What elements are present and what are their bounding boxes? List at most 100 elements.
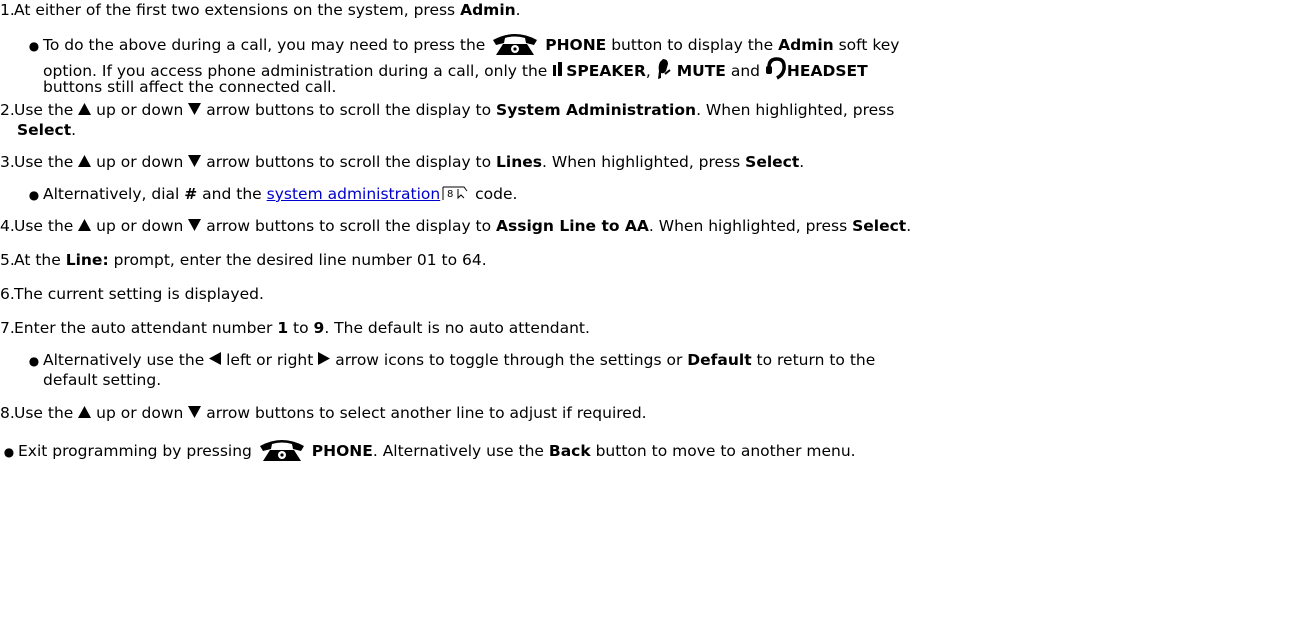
- note-text: and: [725, 62, 765, 80]
- step-text: At the: [14, 251, 66, 269]
- note-text: Exit programming by pressing: [18, 442, 257, 460]
- note-text: and the: [197, 185, 267, 203]
- step-text: arrow buttons to select another line to …: [201, 404, 647, 422]
- step-number: 2.: [0, 101, 15, 119]
- note-text: to return to the: [751, 351, 876, 369]
- hash-key: #: [184, 185, 198, 203]
- note-text: left or right: [221, 351, 319, 369]
- left-arrow-icon: [209, 350, 222, 370]
- step-text: arrow buttons to scroll the display to: [201, 217, 497, 235]
- note-text: ,: [645, 62, 656, 80]
- note-text: Alternatively use the: [43, 351, 210, 369]
- menu-option: System Administration: [496, 101, 697, 119]
- speaker-label: SPEAKER: [566, 62, 646, 80]
- bullet: ●: [28, 354, 40, 368]
- down-arrow-icon: [188, 403, 202, 423]
- step-text: prompt, enter the desired line number 01…: [108, 251, 487, 269]
- step-number: 6.: [0, 285, 15, 303]
- step-text: arrow buttons to scroll the display to: [201, 153, 497, 171]
- step-4: 4.Use the up or down arrow buttons to sc…: [0, 216, 911, 236]
- menu-option: Assign Line to AA: [496, 217, 649, 235]
- up-arrow-icon: [78, 152, 92, 172]
- step-text: . When highlighted, press: [542, 153, 746, 171]
- auto-attendant-min: 1: [277, 319, 289, 337]
- step-text: . When highlighted, press: [696, 101, 895, 119]
- step-text: to: [288, 319, 314, 337]
- note-text: Alternatively, dial: [43, 185, 185, 203]
- step-1: 1.At either of the first two extensions …: [0, 0, 521, 20]
- bullet: ●: [28, 188, 40, 202]
- step-number: 7.: [0, 319, 15, 337]
- up-arrow-icon: [78, 216, 92, 236]
- step-text: . When highlighted, press: [648, 217, 853, 235]
- step-text: arrow buttons to scroll the display to: [201, 101, 497, 119]
- up-arrow-icon: [78, 403, 92, 423]
- step-text-end: .: [515, 1, 521, 19]
- up-arrow-icon: [78, 100, 92, 120]
- back-label: Back: [548, 442, 591, 460]
- step-text: Enter the auto attendant number: [14, 319, 278, 337]
- step-text: up or down: [91, 101, 189, 119]
- select-label: Select: [852, 217, 907, 235]
- step-7-note: ● Alternatively use the left or right arr…: [25, 350, 876, 371]
- step-number: 3.: [0, 153, 15, 171]
- step-7: 7.Enter the auto attendant number 1 to 9…: [0, 318, 590, 338]
- menu-option: Lines: [496, 153, 543, 171]
- step-text: Use the: [14, 101, 79, 119]
- step-number: 8.: [0, 404, 15, 422]
- down-arrow-icon: [188, 216, 202, 236]
- headset-icon: [765, 57, 787, 86]
- step-text: Use the: [14, 153, 79, 171]
- step-number: 4.: [0, 217, 15, 235]
- step-7-note-line-2: default setting.: [43, 370, 161, 390]
- step-text: .: [71, 121, 77, 139]
- phone-label: PHONE: [545, 36, 607, 54]
- phone-icon: [257, 436, 307, 467]
- mute-label: MUTE: [676, 62, 726, 80]
- step-2-line-2: Select.: [17, 120, 76, 140]
- default-label: Default: [687, 351, 752, 369]
- admin-label: Admin: [460, 1, 516, 19]
- note-text: To do the above during a call, you may n…: [43, 36, 491, 54]
- headset-label: HEADSET: [786, 62, 868, 80]
- exit-note: ● Exit programming by pressing PHONE. Alt…: [0, 436, 856, 467]
- step-text: up or down: [91, 217, 189, 235]
- note-text: . Alternatively use the: [372, 442, 549, 460]
- note-text: code.: [470, 185, 518, 203]
- step-6: 6.The current setting is displayed.: [0, 284, 264, 304]
- bullet: ●: [28, 39, 40, 53]
- step-3: 3.Use the up or down arrow buttons to sc…: [0, 152, 804, 172]
- step-number: 1.: [0, 1, 15, 19]
- step-text: The current setting is displayed.: [14, 285, 264, 303]
- system-administration-link[interactable]: system administration: [267, 185, 441, 203]
- step-text: up or down: [91, 404, 189, 422]
- select-label: Select: [17, 121, 72, 139]
- down-arrow-icon: [188, 100, 202, 120]
- down-arrow-icon: [188, 152, 202, 172]
- auto-attendant-max: 9: [313, 319, 325, 337]
- note-text: arrow icons to toggle through the settin…: [330, 351, 688, 369]
- mute-icon: [656, 58, 672, 85]
- step-text: Use the: [14, 217, 79, 235]
- bullet: ●: [3, 445, 15, 459]
- step-text: .: [799, 153, 805, 171]
- right-arrow-icon: [318, 350, 331, 370]
- step-1-note-line-3: buttons still affect the connected call.: [43, 77, 336, 97]
- note-text: default setting.: [43, 371, 162, 389]
- step-text: up or down: [91, 153, 189, 171]
- admin-label: Admin: [778, 36, 834, 54]
- page-reference[interactable]: 8: [442, 185, 468, 201]
- step-number: 5.: [0, 251, 15, 269]
- step-2: 2.Use the up or down arrow buttons to sc…: [0, 100, 894, 120]
- line-prompt: Line:: [65, 251, 109, 269]
- step-8: 8.Use the up or down arrow buttons to se…: [0, 403, 647, 423]
- note-text: buttons still affect the connected call.: [43, 78, 337, 96]
- page-reference-number: 8: [447, 189, 453, 200]
- step-5: 5.At the Line: prompt, enter the desired…: [0, 250, 487, 270]
- step-text: Use the: [14, 404, 79, 422]
- select-label: Select: [745, 153, 800, 171]
- step-text: At either of the first two extensions on…: [14, 1, 461, 19]
- step-text: .: [906, 217, 912, 235]
- note-text: button to move to another menu.: [590, 442, 856, 460]
- phone-label: PHONE: [311, 442, 373, 460]
